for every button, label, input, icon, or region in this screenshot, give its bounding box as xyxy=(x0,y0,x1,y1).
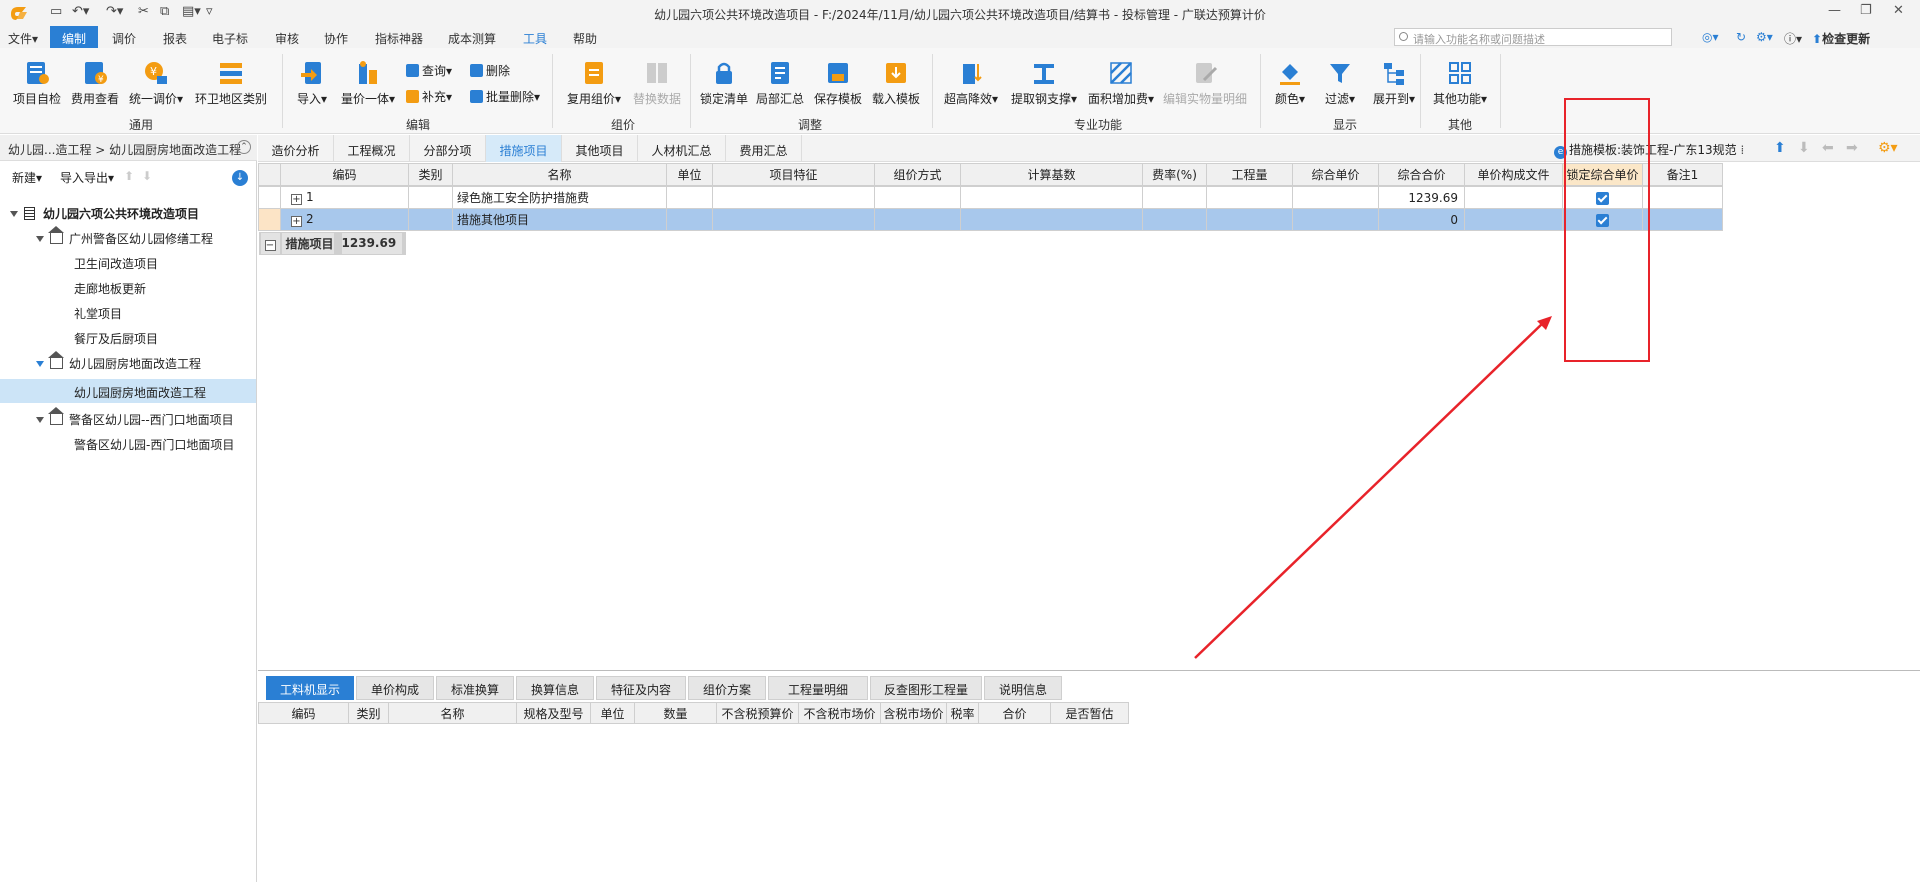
bcol-tax-rate[interactable]: 税率 xyxy=(946,702,979,724)
btab-features[interactable]: 特征及内容 xyxy=(596,676,686,700)
bcol-category[interactable]: 类别 xyxy=(348,702,389,724)
btab-standard-conversion[interactable]: 标准换算 xyxy=(436,676,514,700)
bcol-provisional[interactable]: 是否暂估 xyxy=(1050,702,1129,724)
bcol-name[interactable]: 名称 xyxy=(388,702,517,724)
materials-header-row: 编码 类别 名称 规格及型号 单位 数量 不含税预算价 不含税市场价 含税市场价… xyxy=(258,702,1129,724)
annotation-arrow-icon xyxy=(1194,316,1552,659)
detail-tabs: 工料机显示 单价构成 标准换算 换算信息 特征及内容 组价方案 工程量明细 反查… xyxy=(258,670,1920,700)
bcol-amount[interactable]: 合价 xyxy=(978,702,1051,724)
btab-conversion-info[interactable]: 换算信息 xyxy=(516,676,594,700)
bcol-market-price[interactable]: 不含税市场价 xyxy=(798,702,881,724)
bcol-tax-market-price[interactable]: 含税市场价 xyxy=(880,702,947,724)
bcol-spec[interactable]: 规格及型号 xyxy=(516,702,591,724)
btab-pricing-scheme[interactable]: 组价方案 xyxy=(688,676,766,700)
bcol-code[interactable]: 编码 xyxy=(258,702,349,724)
btab-notes[interactable]: 说明信息 xyxy=(984,676,1062,700)
materials-grid: 编码 类别 名称 规格及型号 单位 数量 不含税预算价 不含税市场价 含税市场价… xyxy=(258,702,1129,724)
bcol-quantity[interactable]: 数量 xyxy=(634,702,717,724)
btab-materials[interactable]: 工料机显示 xyxy=(266,676,354,700)
btab-unit-composition[interactable]: 单价构成 xyxy=(356,676,434,700)
btab-quantity-detail[interactable]: 工程量明细 xyxy=(768,676,868,700)
bcol-budget-price[interactable]: 不含税预算价 xyxy=(716,702,799,724)
btab-reverse-lookup[interactable]: 反查图形工程量 xyxy=(870,676,982,700)
bcol-unit[interactable]: 单位 xyxy=(590,702,635,724)
